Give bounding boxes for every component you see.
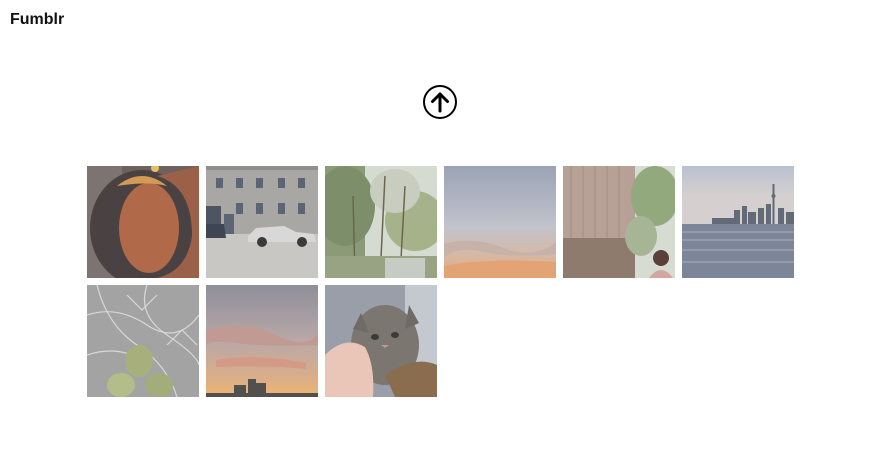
photo-image (87, 166, 199, 278)
photo-thumbnail[interactable] (444, 166, 556, 278)
photo-thumbnail[interactable] (87, 285, 199, 397)
photo-thumbnail[interactable] (325, 285, 437, 397)
photo-image (87, 285, 199, 397)
app-title: Fumblr (10, 11, 65, 28)
upload-button[interactable] (422, 84, 458, 120)
photo-thumbnail[interactable] (206, 166, 318, 278)
photo-image (563, 166, 675, 278)
photo-image (206, 166, 318, 278)
photo-thumbnail[interactable] (682, 166, 794, 278)
photo-thumbnail[interactable] (206, 285, 318, 397)
photo-image (325, 285, 437, 397)
arrow-up-circle-icon (423, 85, 457, 119)
photo-thumbnail[interactable] (563, 166, 675, 278)
photo-grid (87, 166, 795, 397)
photo-image (444, 166, 556, 278)
photo-image (206, 285, 318, 397)
photo-thumbnail[interactable] (87, 166, 199, 278)
photo-image (325, 166, 437, 278)
photo-thumbnail[interactable] (325, 166, 437, 278)
photo-image (682, 166, 794, 278)
